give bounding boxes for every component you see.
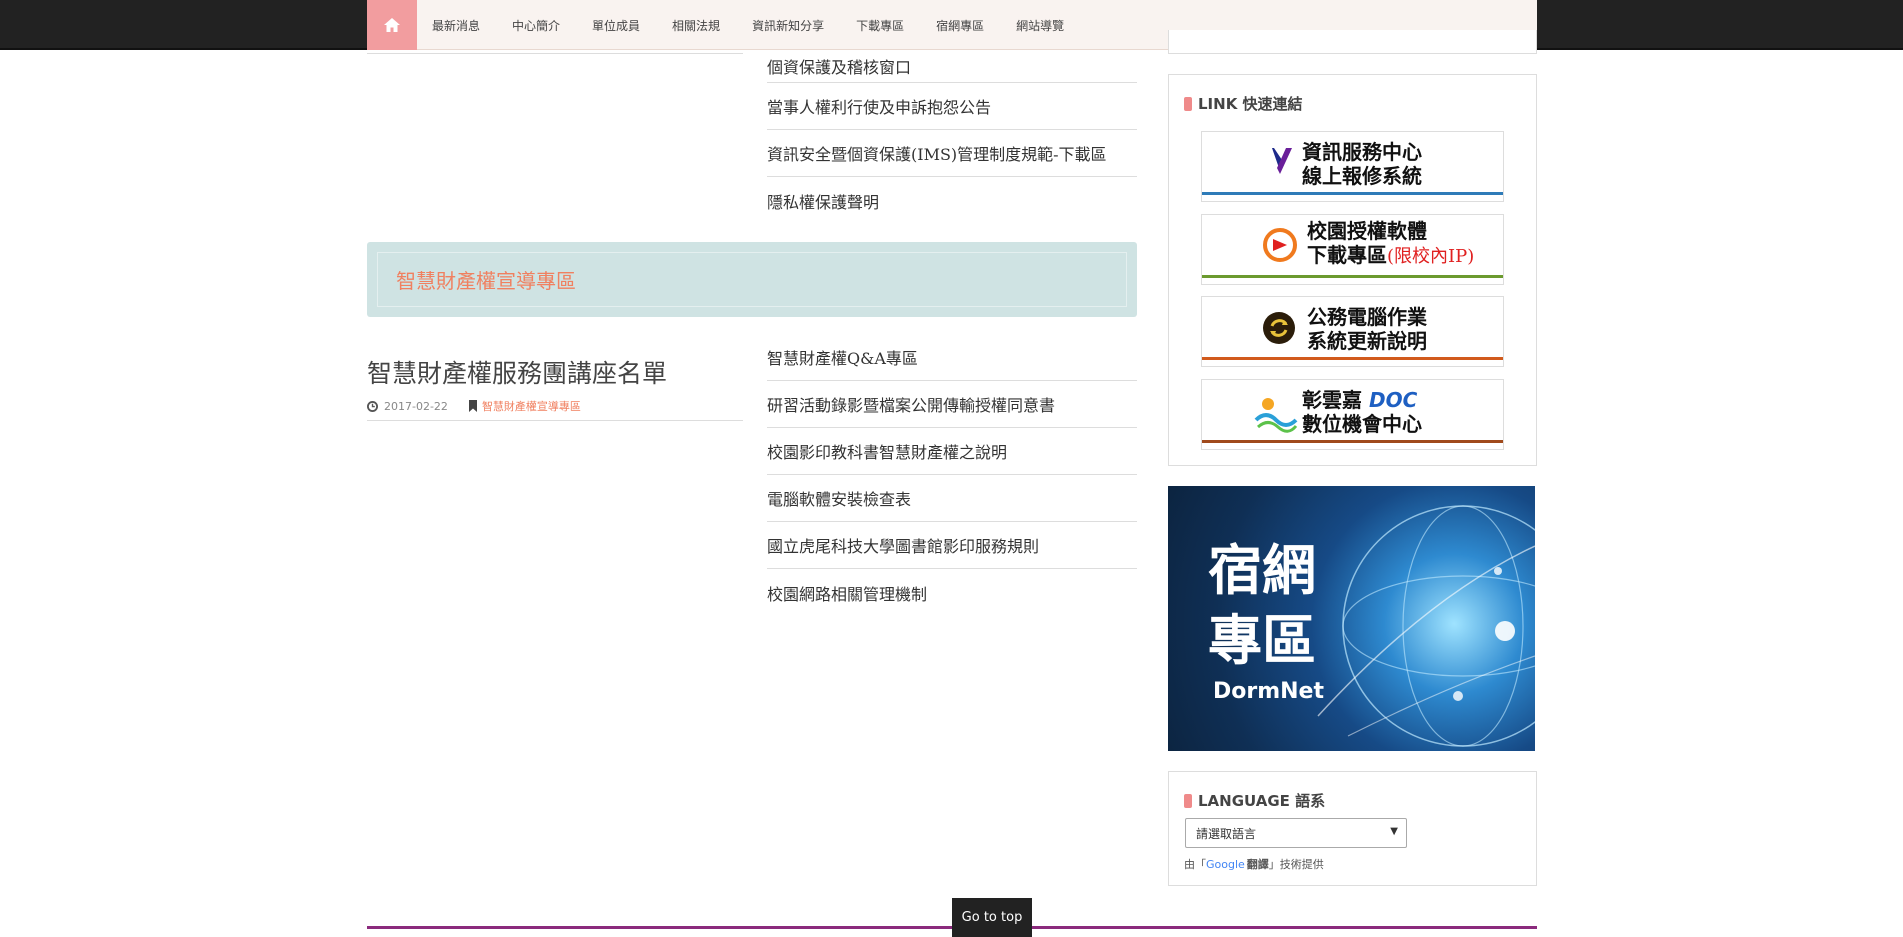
list-item-label: 校園網路相關管理機制: [767, 584, 928, 604]
refresh-icon: [1263, 312, 1295, 344]
list-item[interactable]: 個資保護及稽核窗口: [767, 50, 1137, 83]
home-button[interactable]: [367, 0, 417, 50]
list-item-label: 隱私權保護聲明: [767, 192, 880, 212]
quick-links-title-text: LINK 快速連結: [1198, 95, 1303, 113]
divider: [367, 53, 743, 54]
link-extra: (限校內IP): [1387, 246, 1475, 267]
language-select-value: 請選取語言: [1196, 826, 1257, 841]
dormnet-title-line1: 宿網: [1208, 539, 1316, 602]
dormnet-title: 宿網 專區: [1208, 536, 1316, 676]
list-item-label: 資訊安全暨個資保護(IMS)管理制度規範-下載區: [767, 145, 1107, 164]
title-marker: [1184, 96, 1192, 111]
quick-links-box: LINK 快速連結 資訊服務中心 線上報修系統 校園授權軟體 下載專區(限校內I…: [1168, 74, 1537, 466]
section-banner: 智慧財產權宣導專區: [367, 242, 1137, 317]
list-item-label: 國立虎尾科技大學圖書館影印服務規則: [767, 537, 1040, 556]
credit-suffix: 」技術提供: [1268, 858, 1324, 871]
section-banner-inner: 智慧財產權宣導專區: [377, 252, 1127, 307]
link-line1: 彰雲嘉: [1302, 388, 1362, 412]
link-extra: DOC: [1368, 388, 1418, 412]
link-line1: 資訊服務中心: [1302, 140, 1422, 164]
clock-icon: [367, 400, 378, 412]
list-item-label: 校園影印教科書智慧財產權之說明: [767, 443, 1008, 462]
nav-item-knowledge[interactable]: 資訊新知分享: [752, 17, 824, 34]
nav-item-dorm[interactable]: 宿網專區: [936, 17, 984, 34]
credit-prefix: 由「: [1184, 858, 1206, 871]
list-item[interactable]: 國立虎尾科技大學圖書館影印服務規則: [767, 522, 1137, 569]
software-download-link[interactable]: 校園授權軟體 下載專區(限校內IP): [1201, 214, 1504, 285]
list-item[interactable]: 資訊安全暨個資保護(IMS)管理制度規範-下載區: [767, 130, 1137, 177]
list-item-label: 個資保護及稽核窗口: [767, 58, 912, 77]
list-item-label: 智慧財產權Q&A專區: [767, 349, 918, 368]
nav-item-news[interactable]: 最新消息: [432, 17, 480, 34]
list-item-label: 當事人權利行使及申訴抱怨公告: [767, 98, 992, 117]
google-logo-text[interactable]: Google: [1206, 858, 1245, 871]
language-title-text: LANGUAGE 語系: [1198, 792, 1326, 810]
language-select[interactable]: 請選取語言 ▼: [1185, 818, 1407, 848]
home-icon: [384, 18, 400, 32]
link-line2: 線上報修系統: [1302, 164, 1422, 188]
list-item[interactable]: 當事人權利行使及申訴抱怨公告: [767, 83, 1137, 130]
nav-item-members[interactable]: 單位成員: [592, 17, 640, 34]
list-item[interactable]: 智慧財產權Q&A專區: [767, 334, 1137, 381]
quick-links-title: LINK 快速連結: [1184, 93, 1303, 114]
list-item-label: 電腦軟體安裝檢查表: [767, 490, 912, 509]
ip-link-list: 智慧財產權Q&A專區 研習活動錄影暨檔案公開傳輸授權同意書 校園影印教科書智慧財…: [767, 334, 1137, 616]
nav-item-regulations[interactable]: 相關法規: [672, 17, 720, 34]
section-title[interactable]: 智慧財產權宣導專區: [396, 265, 576, 294]
doc-logo-icon: [1254, 398, 1298, 433]
nav-menu: 最新消息 中心簡介 單位成員 相關法規 資訊新知分享 下載專區 宿網專區 網站導…: [432, 0, 1096, 50]
privacy-link-list: 個資保護及稽核窗口 當事人權利行使及申訴抱怨公告 資訊安全暨個資保護(IMS)管…: [767, 50, 1137, 224]
dormnet-title-line2: 專區: [1208, 609, 1316, 672]
post-category-link[interactable]: 智慧財產權宣導專區: [482, 398, 581, 414]
link-strip: [1202, 357, 1503, 360]
language-title: LANGUAGE 語系: [1184, 790, 1325, 811]
link-strip: [1202, 192, 1503, 195]
update-guide-link[interactable]: 公務電腦作業 系統更新說明: [1201, 296, 1504, 367]
update-guide-text: 公務電腦作業 系統更新說明: [1307, 305, 1427, 353]
nav-item-sitemap[interactable]: 網站導覽: [1016, 17, 1064, 34]
nav-item-about[interactable]: 中心簡介: [512, 17, 560, 34]
language-box: LANGUAGE 語系 請選取語言 ▼ 由「Google 翻譯」技術提供: [1168, 771, 1537, 886]
google-translate-credit: 由「Google 翻譯」技術提供: [1184, 856, 1324, 872]
nav-item-downloads[interactable]: 下載專區: [856, 17, 904, 34]
download-icon: [1263, 228, 1297, 262]
link-line1: 公務電腦作業: [1307, 305, 1427, 329]
sidebar-box-fragment: [1168, 30, 1537, 54]
list-item[interactable]: 研習活動錄影暨檔案公開傳輸授權同意書: [767, 381, 1137, 428]
link-strip: [1202, 275, 1503, 278]
list-item[interactable]: 電腦軟體安裝檢查表: [767, 475, 1137, 522]
list-item[interactable]: 校園網路相關管理機制: [767, 569, 1137, 616]
go-to-top-button[interactable]: Go to top: [952, 898, 1032, 937]
list-item-label: 研習活動錄影暨檔案公開傳輸授權同意書: [767, 396, 1056, 415]
link-strip: [1202, 440, 1503, 443]
link-line2: 數位機會中心: [1302, 412, 1422, 436]
dormnet-subtitle: DormNet: [1213, 679, 1324, 704]
link-line2: 系統更新說明: [1307, 329, 1427, 353]
list-item[interactable]: 校園影印教科書智慧財產權之說明: [767, 428, 1137, 475]
bookmark-icon: [468, 400, 477, 412]
doc-center-text: 彰雲嘉 DOC 數位機會中心: [1302, 388, 1422, 436]
chevron-down-icon: ▼: [1390, 826, 1398, 837]
dormnet-banner[interactable]: 宿網 專區 DormNet: [1168, 486, 1535, 751]
post-title[interactable]: 智慧財產權服務團講座名單: [367, 354, 743, 390]
repair-system-link[interactable]: 資訊服務中心 線上報修系統: [1201, 131, 1504, 202]
title-marker: [1184, 793, 1192, 808]
post-meta: 2017-02-22 智慧財產權宣導專區: [367, 398, 743, 414]
v-logo-icon: [1264, 148, 1292, 174]
software-download-text: 校園授權軟體 下載專區(限校內IP): [1307, 219, 1474, 269]
list-item[interactable]: 隱私權保護聲明: [767, 177, 1137, 224]
post-date: 2017-02-22: [384, 399, 448, 413]
doc-center-link[interactable]: 彰雲嘉 DOC 數位機會中心: [1201, 379, 1504, 450]
post-entry: 智慧財產權服務團講座名單 2017-02-22 智慧財產權宣導專區: [367, 354, 743, 421]
link-line1: 校園授權軟體: [1307, 219, 1427, 243]
translate-link[interactable]: 翻譯: [1247, 858, 1269, 871]
link-line2: 下載專區: [1307, 243, 1387, 267]
repair-system-text: 資訊服務中心 線上報修系統: [1302, 140, 1422, 188]
